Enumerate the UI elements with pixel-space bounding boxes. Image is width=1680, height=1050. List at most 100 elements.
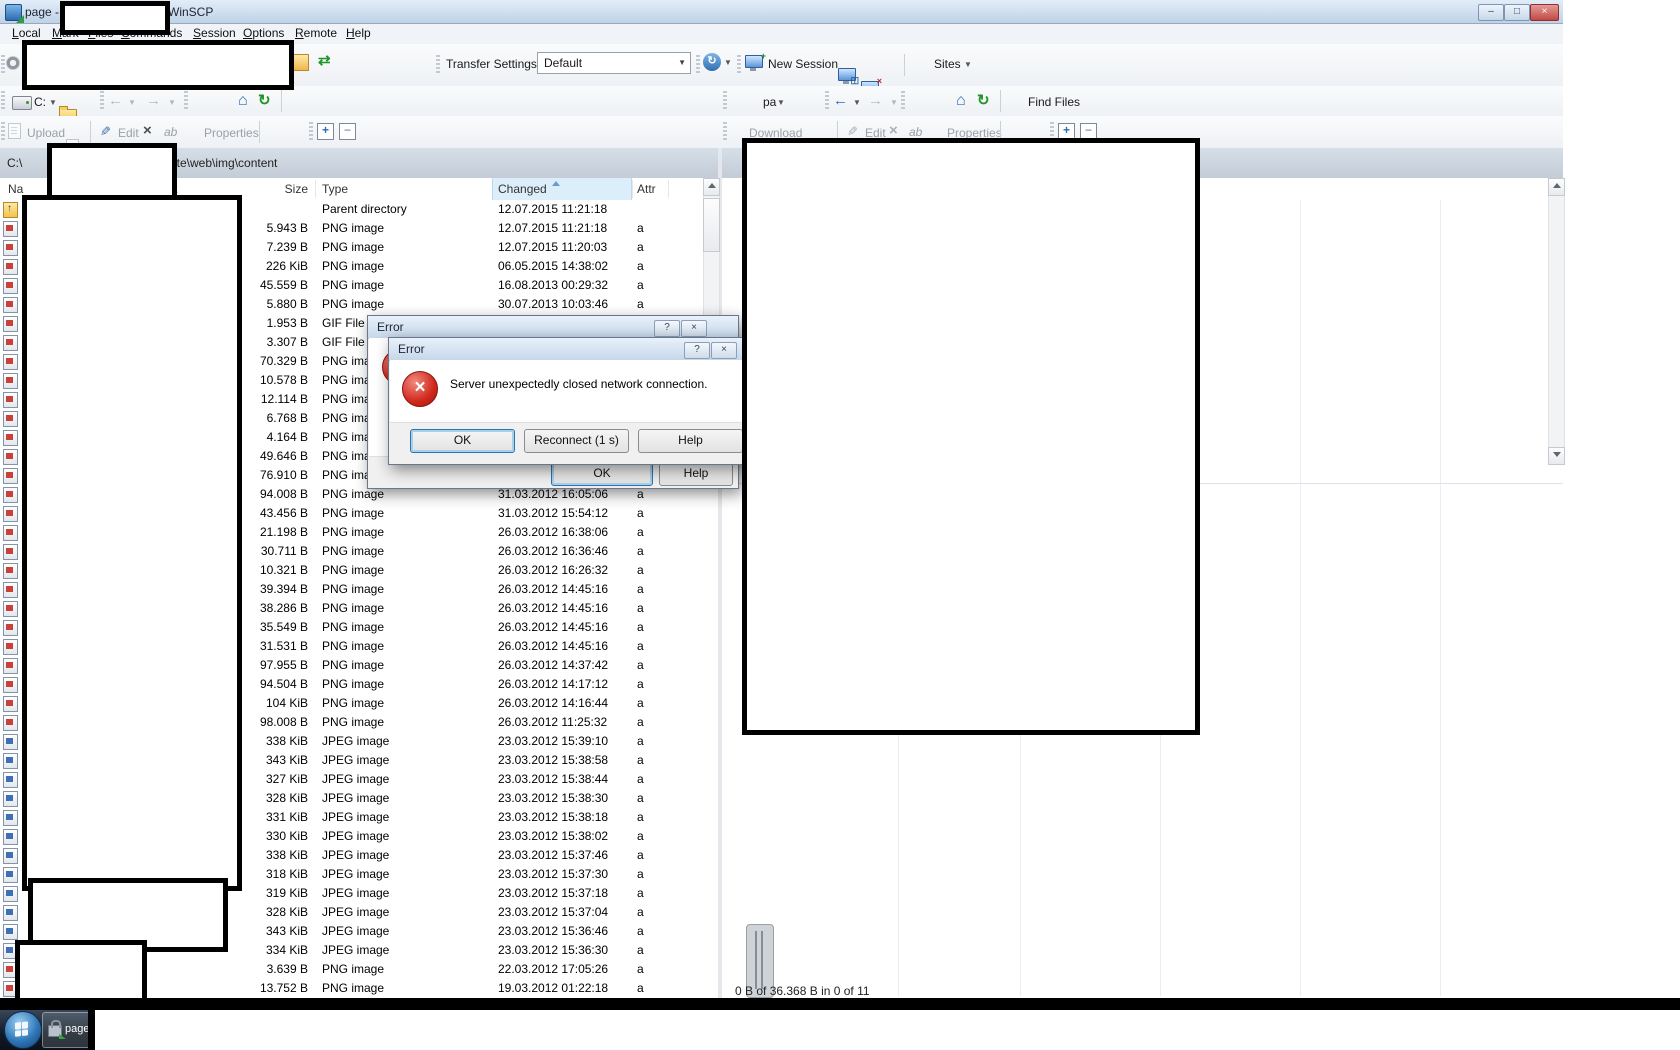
- close-icon[interactable]: ×: [681, 320, 707, 337]
- menu-item-local[interactable]: Local: [12, 26, 41, 40]
- menu-item-help[interactable]: Help: [346, 26, 371, 40]
- drive-icon[interactable]: [12, 96, 32, 110]
- new-session-button[interactable]: New Session: [768, 57, 838, 71]
- rename-icon[interactable]: ab: [909, 125, 922, 139]
- toolbar-grip[interactable]: [825, 91, 829, 111]
- delete-icon[interactable]: ×: [889, 124, 898, 138]
- toolbar-grip[interactable]: [1, 122, 5, 142]
- file-size: 43.456 B: [238, 504, 308, 523]
- chevron-down-icon[interactable]: ▼: [964, 60, 972, 69]
- column-header-attr[interactable]: Attr: [637, 182, 656, 196]
- find-files-button[interactable]: Find Files: [1028, 95, 1080, 109]
- properties-button[interactable]: Properties: [204, 126, 259, 140]
- file-type: GIF File: [322, 314, 365, 333]
- toolbar-grip[interactable]: [436, 55, 440, 75]
- toolbar-grip[interactable]: [184, 91, 188, 111]
- img-red-icon: [3, 506, 18, 522]
- column-header-name[interactable]: Na: [8, 182, 23, 196]
- home-directory-icon[interactable]: ⌂: [956, 93, 966, 109]
- error-icon: ×: [402, 371, 438, 407]
- toolbar-grip[interactable]: [100, 91, 104, 111]
- menu-item-remote[interactable]: Remote: [295, 26, 337, 40]
- duplicate-session-icon[interactable]: ◫: [838, 68, 856, 81]
- help-icon[interactable]: ?: [684, 342, 710, 359]
- sites-button[interactable]: Sites: [934, 57, 961, 71]
- toolbar-grip[interactable]: [901, 91, 905, 111]
- file-attr: a: [637, 504, 644, 523]
- delete-icon[interactable]: ×: [143, 124, 152, 138]
- upload-button[interactable]: Upload: [27, 126, 65, 140]
- column-header-type[interactable]: Type: [322, 182, 348, 196]
- column-separator[interactable]: [668, 180, 669, 198]
- scroll-down-button[interactable]: [1548, 447, 1565, 465]
- toolbar-grip[interactable]: [696, 55, 700, 75]
- remote-directory-combo-label[interactable]: pa: [763, 95, 776, 109]
- upload-icon[interactable]: [8, 123, 21, 139]
- scroll-up-button[interactable]: [703, 178, 720, 196]
- toolbar-grip[interactable]: [723, 122, 727, 142]
- dialog-title-bar[interactable]: Error ? ×: [389, 338, 751, 361]
- help-button[interactable]: Help: [638, 429, 743, 453]
- refresh-icon[interactable]: ↻: [977, 93, 990, 109]
- file-changed: 31.03.2012 15:54:12: [498, 504, 608, 523]
- scrollbar[interactable]: [1548, 178, 1565, 465]
- toolbar-grip[interactable]: [737, 55, 741, 75]
- chevron-down-icon[interactable]: ▼: [890, 98, 898, 107]
- chevron-down-icon[interactable]: ▼: [853, 98, 861, 107]
- column-separator[interactable]: [315, 180, 316, 198]
- edit-button[interactable]: Edit: [118, 126, 139, 140]
- file-changed: 22.03.2012 17:05:26: [498, 960, 608, 979]
- file-attr: a: [637, 751, 644, 770]
- chevron-down-icon[interactable]: ▼: [49, 98, 57, 107]
- new-session-icon[interactable]: +: [745, 55, 763, 68]
- ok-button[interactable]: OK: [551, 462, 653, 486]
- file-size: 3.307 B: [238, 333, 308, 352]
- menu-item-options[interactable]: Options: [243, 26, 284, 40]
- toolbar-grip[interactable]: [1, 91, 5, 111]
- refresh-icon[interactable]: ↻: [258, 93, 271, 109]
- select-files-icon[interactable]: +: [317, 123, 334, 140]
- ok-button[interactable]: OK: [410, 429, 515, 453]
- help-icon[interactable]: ?: [654, 320, 680, 337]
- rename-icon[interactable]: ab: [164, 125, 177, 139]
- reconnect-button[interactable]: Reconnect (1 s): [524, 429, 629, 453]
- forward-icon[interactable]: →: [146, 93, 161, 109]
- synchronize-icon[interactable]: ↻: [703, 53, 721, 71]
- toolbar-grip[interactable]: [309, 122, 313, 142]
- toolbar-grip[interactable]: [723, 91, 727, 111]
- dialog-title-bar[interactable]: Error ? ×: [368, 316, 738, 339]
- edit-icon[interactable]: ✎: [96, 126, 112, 137]
- file-type: Parent directory: [322, 200, 407, 219]
- maximize-button[interactable]: □: [1504, 4, 1530, 21]
- start-button[interactable]: [4, 1011, 42, 1049]
- queue-panel-icon[interactable]: [292, 54, 309, 71]
- chevron-down-icon[interactable]: ▼: [724, 58, 732, 67]
- column-header-size[interactable]: Size: [238, 182, 308, 196]
- file-attr: a: [637, 637, 644, 656]
- close-icon[interactable]: ×: [711, 342, 737, 359]
- edit-icon[interactable]: ✎: [843, 126, 859, 137]
- file-size: 13.752 B: [238, 979, 308, 998]
- scroll-up-button[interactable]: [1548, 178, 1565, 196]
- swap-panels-icon[interactable]: ⇄: [318, 53, 331, 69]
- close-button[interactable]: ×: [1530, 4, 1559, 21]
- column-header-changed[interactable]: Changed: [498, 182, 547, 196]
- forward-icon[interactable]: →: [868, 93, 883, 109]
- back-icon[interactable]: ←: [833, 93, 848, 109]
- toolbar-grip[interactable]: [1, 55, 5, 75]
- home-directory-icon[interactable]: ⌂: [238, 93, 248, 109]
- column-separator[interactable]: [632, 180, 633, 198]
- chevron-down-icon[interactable]: ▼: [777, 98, 785, 107]
- taskbar-item-winscp[interactable]: page: [42, 1012, 94, 1048]
- transfer-settings-select[interactable]: Default ▼: [537, 52, 691, 74]
- chevron-down-icon[interactable]: ▼: [128, 98, 136, 107]
- unselect-files-icon[interactable]: −: [339, 123, 356, 140]
- scrollbar-thumb[interactable]: [703, 198, 720, 252]
- help-button[interactable]: Help: [659, 462, 733, 486]
- back-icon[interactable]: ←: [108, 93, 123, 109]
- chevron-down-icon[interactable]: ▼: [168, 98, 176, 107]
- menu-item-session[interactable]: Session: [193, 26, 236, 40]
- preferences-gear-icon[interactable]: [6, 56, 20, 70]
- minimize-button[interactable]: –: [1478, 4, 1504, 21]
- drive-combo-label[interactable]: C:: [34, 95, 46, 109]
